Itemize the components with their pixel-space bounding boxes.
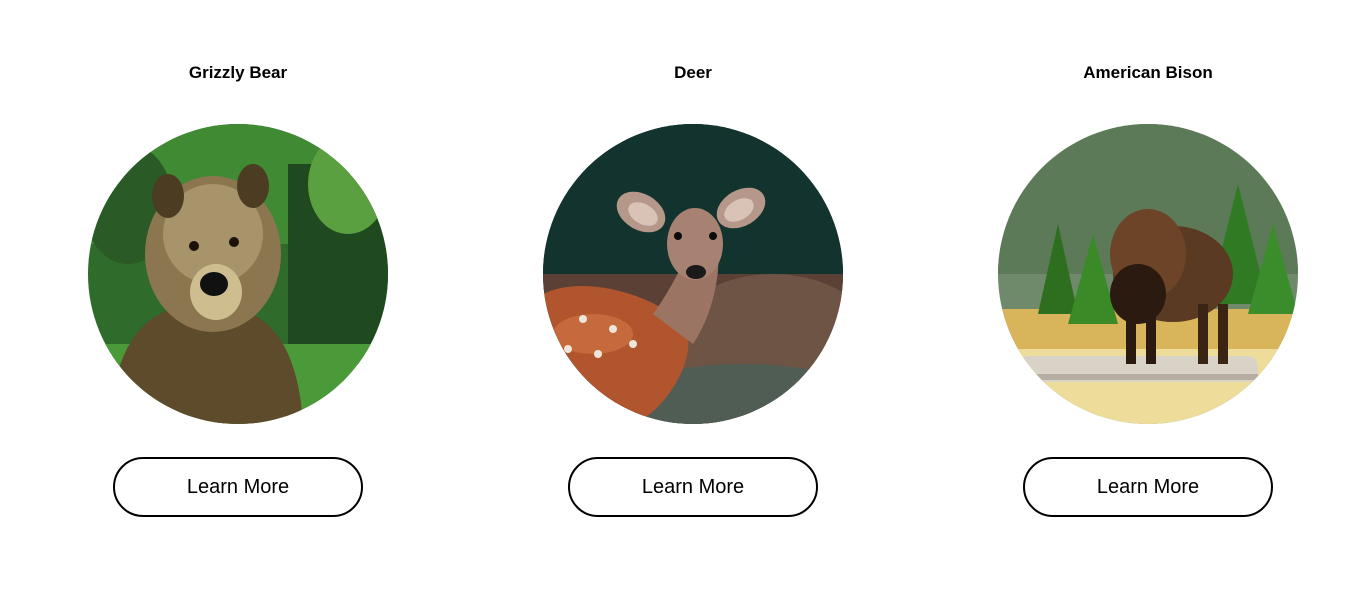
learn-more-button[interactable]: Learn More: [1023, 457, 1273, 517]
animal-card-grizzly-bear: Grizzly Bear Learn More: [88, 0, 388, 591]
learn-more-button[interactable]: Learn More: [113, 457, 363, 517]
card-title: American Bison: [1083, 63, 1213, 82]
grizzly-bear-photo: [88, 124, 388, 424]
animal-card-deer: Deer Learn More: [543, 0, 843, 591]
animal-card-american-bison: American Bison Learn More: [998, 0, 1298, 591]
card-title: Deer: [674, 63, 712, 82]
card-title: Grizzly Bear: [188, 63, 288, 82]
learn-more-button[interactable]: Learn More: [568, 457, 818, 517]
american-bison-photo: [998, 124, 1298, 424]
animal-cards: Grizzly Bear Learn More Deer Learn More …: [0, 0, 1366, 591]
deer-photo: [543, 124, 843, 424]
